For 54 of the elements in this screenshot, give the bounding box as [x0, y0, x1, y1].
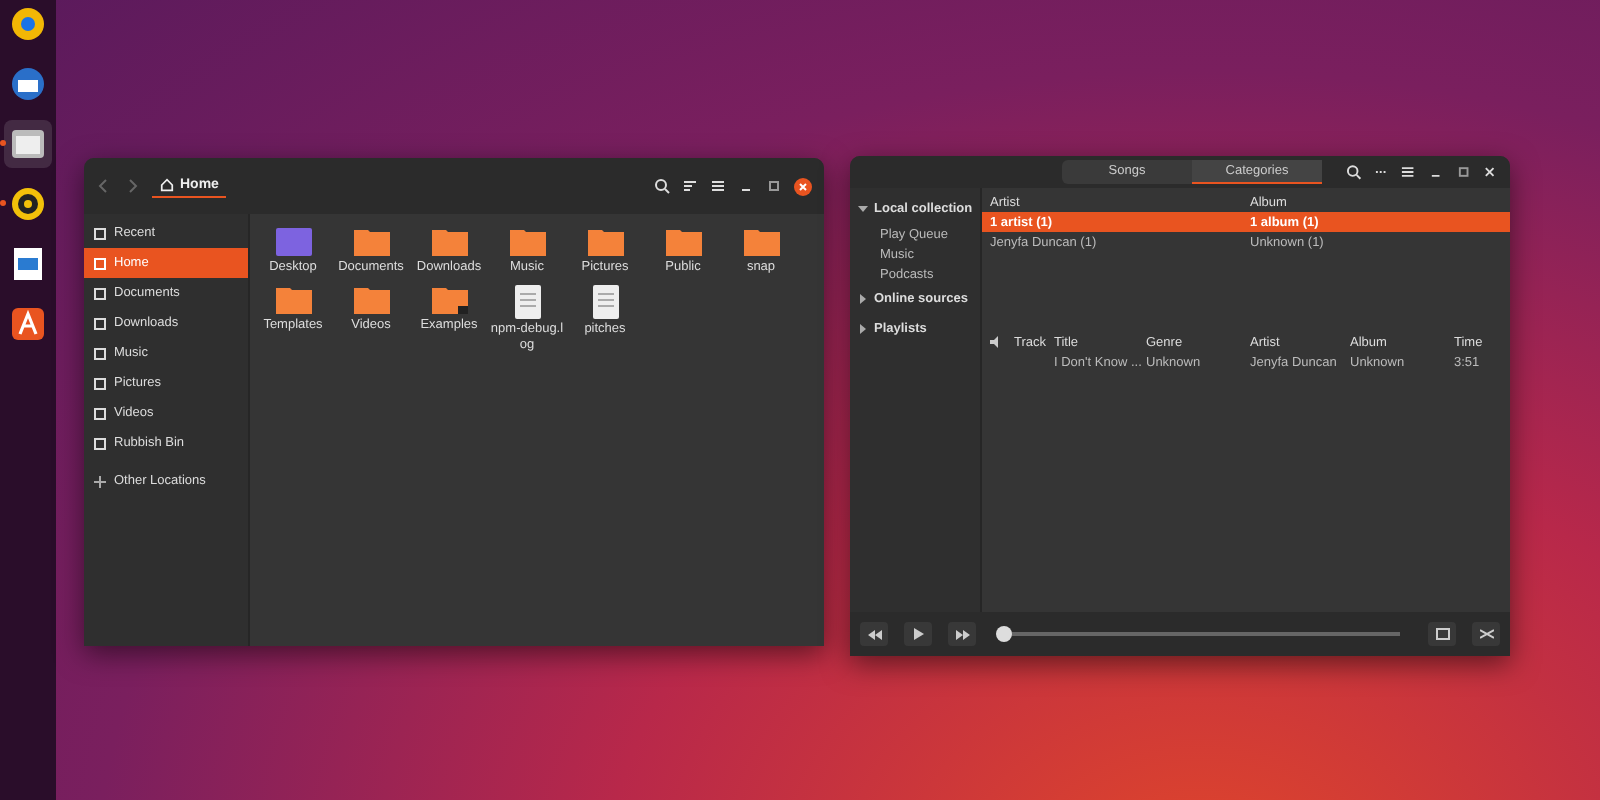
view-options-icon[interactable] — [682, 178, 698, 194]
folder-icon[interactable] — [507, 226, 547, 258]
running-indicator — [0, 200, 6, 206]
shuffle-button[interactable] — [1472, 622, 1500, 646]
place-icon — [94, 257, 106, 269]
folder-icon[interactable] — [741, 226, 781, 258]
folder-icon[interactable] — [663, 226, 703, 258]
next-icon — [955, 629, 969, 639]
folder-icon[interactable] — [351, 283, 391, 316]
place-icon — [94, 437, 106, 449]
collapsed-arrow-icon[interactable] — [858, 324, 868, 334]
repeat-button[interactable] — [1428, 622, 1456, 646]
back-icon[interactable] — [96, 178, 112, 194]
menu-icon[interactable] — [1400, 164, 1417, 180]
place-icon — [94, 377, 106, 389]
running-indicator — [0, 140, 6, 146]
forward-icon[interactable] — [124, 178, 140, 194]
menu-icon[interactable] — [710, 178, 726, 194]
store-icon[interactable] — [10, 306, 46, 342]
search-icon[interactable] — [1346, 164, 1362, 180]
maximize-icon[interactable] — [1455, 164, 1471, 180]
previous-icon — [867, 629, 881, 639]
place-icon — [94, 347, 106, 359]
repeat-icon — [1435, 628, 1449, 640]
close-icon[interactable] — [1482, 164, 1499, 180]
document-icon[interactable] — [12, 246, 44, 282]
shuffle-icon — [1479, 628, 1493, 640]
folder-icon[interactable] — [10, 128, 46, 160]
place-icon — [94, 407, 106, 419]
place-icon — [94, 227, 106, 239]
place-icon — [94, 287, 106, 299]
next-button[interactable] — [948, 622, 976, 646]
maximize-icon[interactable] — [766, 178, 782, 194]
browser-icon[interactable] — [10, 6, 46, 42]
close-button[interactable] — [794, 177, 812, 195]
text-file-icon[interactable] — [513, 283, 541, 320]
play-icon — [913, 628, 923, 640]
collapsed-arrow-icon[interactable] — [858, 294, 868, 304]
folder-icon[interactable] — [273, 283, 313, 316]
previous-button[interactable] — [860, 622, 888, 646]
folder-link-icon[interactable] — [429, 283, 469, 316]
folder-icon[interactable] — [429, 226, 469, 258]
text-file-icon[interactable] — [591, 283, 619, 320]
search-icon[interactable] — [654, 178, 670, 194]
expanded-arrow-icon[interactable] — [858, 204, 868, 214]
folder-icon[interactable] — [585, 226, 625, 258]
plus-icon — [94, 475, 106, 487]
home-icon — [160, 178, 174, 192]
folder-icon[interactable] — [351, 226, 391, 258]
progress-thumb[interactable] — [996, 626, 1012, 642]
close-icon — [798, 181, 808, 191]
play-button[interactable] — [904, 622, 932, 646]
place-icon — [94, 317, 106, 329]
mail-icon[interactable] — [10, 66, 46, 102]
